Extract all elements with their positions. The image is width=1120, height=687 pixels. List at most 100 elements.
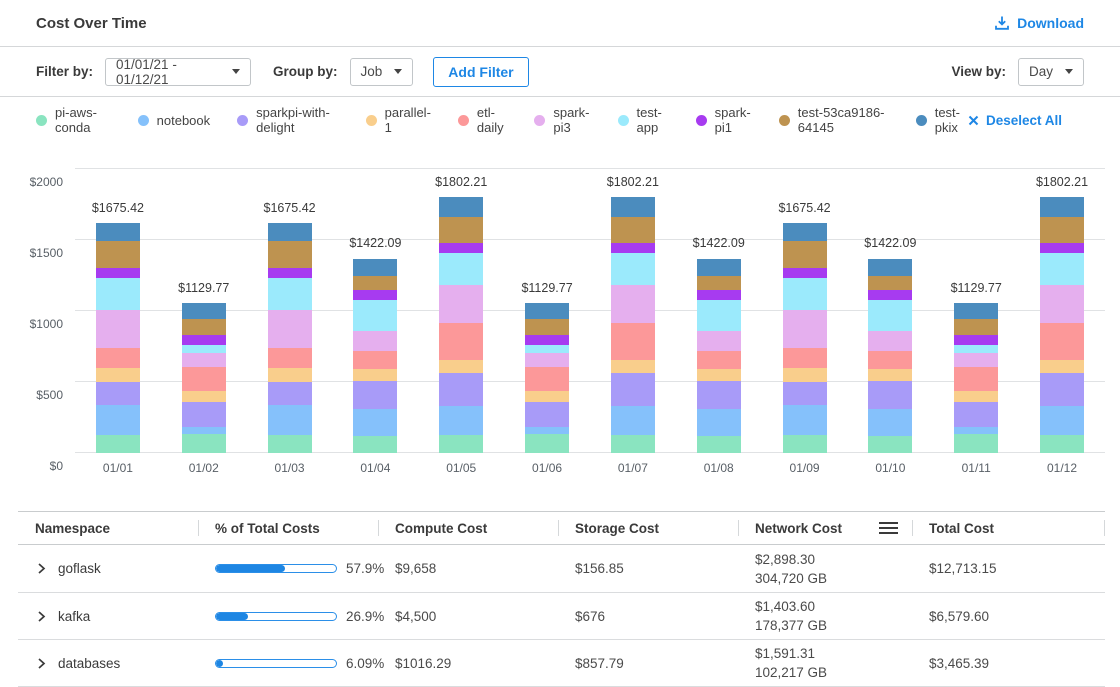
legend-item-etl-daily[interactable]: etl-daily (458, 105, 507, 135)
bar-segment-test-53ca9186-64145[interactable] (182, 319, 226, 334)
bar-segment-sparkpi-with-delight[interactable] (868, 381, 912, 409)
column-header-total-cost[interactable]: Total Cost (912, 512, 1105, 544)
bar-segment-etl-daily[interactable] (697, 351, 741, 369)
bar-segment-spark-pi1[interactable] (525, 335, 569, 346)
bar-segment-notebook[interactable] (182, 427, 226, 434)
bar-segment-parallel-1[interactable] (439, 360, 483, 373)
bar-segment-test-53ca9186-64145[interactable] (783, 241, 827, 268)
bar-segment-notebook[interactable] (96, 405, 140, 435)
bar-segment-test-app[interactable] (182, 345, 226, 352)
bar-segment-etl-daily[interactable] (182, 367, 226, 390)
bar-segment-test-pkix[interactable] (1040, 197, 1084, 217)
bar-segment-etl-daily[interactable] (525, 367, 569, 390)
legend-item-spark-pi3[interactable]: spark-pi3 (534, 105, 590, 135)
stacked-bar-01/10[interactable] (868, 259, 912, 453)
bar-segment-notebook[interactable] (525, 427, 569, 434)
bar-segment-notebook[interactable] (954, 427, 998, 434)
add-filter-button[interactable]: Add Filter (433, 57, 528, 87)
bar-segment-spark-pi1[interactable] (954, 335, 998, 346)
column-settings-icon[interactable] (879, 522, 898, 534)
stacked-bar-01/06[interactable] (525, 303, 569, 453)
bar-segment-test-53ca9186-64145[interactable] (868, 276, 912, 290)
bar-segment-test-app[interactable] (611, 253, 655, 285)
bar-segment-parallel-1[interactable] (353, 369, 397, 381)
bar-segment-pi-aws-conda[interactable] (954, 434, 998, 453)
bar-segment-test-pkix[interactable] (439, 197, 483, 217)
stacked-bar-01/09[interactable] (783, 223, 827, 453)
bar-segment-pi-aws-conda[interactable] (96, 435, 140, 453)
bar-segment-parallel-1[interactable] (783, 368, 827, 382)
bar-segment-spark-pi3[interactable] (268, 310, 312, 348)
bar-segment-test-53ca9186-64145[interactable] (1040, 217, 1084, 244)
bar-segment-spark-pi1[interactable] (439, 243, 483, 253)
bar-segment-spark-pi1[interactable] (1040, 243, 1084, 253)
bar-segment-spark-pi1[interactable] (868, 290, 912, 300)
bar-segment-spark-pi1[interactable] (268, 268, 312, 278)
table-row-goflask[interactable]: goflask57.9%$9,658$156.85$2,898.30304,72… (18, 545, 1105, 593)
bar-segment-test-pkix[interactable] (525, 303, 569, 320)
legend-item-test-app[interactable]: test-app (618, 105, 669, 135)
bar-segment-sparkpi-with-delight[interactable] (525, 402, 569, 427)
bar-segment-pi-aws-conda[interactable] (611, 435, 655, 453)
group-by-select[interactable]: Job (350, 58, 414, 86)
bar-segment-parallel-1[interactable] (96, 368, 140, 382)
stacked-bar-01/01[interactable] (96, 223, 140, 453)
bar-segment-test-pkix[interactable] (611, 197, 655, 217)
legend-item-spark-pi1[interactable]: spark-pi1 (696, 105, 752, 135)
view-by-select[interactable]: Day (1018, 58, 1084, 86)
stacked-bar-01/08[interactable] (697, 259, 741, 453)
bar-segment-etl-daily[interactable] (783, 348, 827, 368)
bar-segment-test-app[interactable] (697, 300, 741, 330)
bar-segment-spark-pi3[interactable] (353, 331, 397, 351)
bar-segment-sparkpi-with-delight[interactable] (353, 381, 397, 409)
bar-segment-notebook[interactable] (353, 409, 397, 436)
bar-segment-etl-daily[interactable] (96, 348, 140, 368)
bar-segment-etl-daily[interactable] (868, 351, 912, 369)
bar-segment-test-app[interactable] (268, 278, 312, 310)
bar-segment-pi-aws-conda[interactable] (182, 434, 226, 453)
bar-segment-test-pkix[interactable] (697, 259, 741, 276)
bar-segment-pi-aws-conda[interactable] (353, 436, 397, 453)
bar-segment-etl-daily[interactable] (268, 348, 312, 368)
bar-segment-test-53ca9186-64145[interactable] (954, 319, 998, 334)
bar-segment-parallel-1[interactable] (954, 391, 998, 403)
bar-segment-spark-pi3[interactable] (954, 353, 998, 367)
bar-segment-pi-aws-conda[interactable] (439, 435, 483, 453)
bar-segment-parallel-1[interactable] (182, 391, 226, 403)
bar-segment-test-53ca9186-64145[interactable] (439, 217, 483, 244)
bar-segment-test-app[interactable] (868, 300, 912, 330)
bar-segment-spark-pi3[interactable] (611, 285, 655, 323)
bar-segment-test-53ca9186-64145[interactable] (611, 217, 655, 244)
bar-segment-etl-daily[interactable] (954, 367, 998, 390)
bar-segment-etl-daily[interactable] (1040, 323, 1084, 360)
bar-segment-test-app[interactable] (439, 253, 483, 285)
table-row-kafka[interactable]: kafka26.9%$4,500$676$1,403.60178,377 GB$… (18, 593, 1105, 640)
deselect-all-button[interactable]: Deselect All (968, 113, 1062, 128)
bar-segment-spark-pi1[interactable] (96, 268, 140, 278)
expand-row-button[interactable] (35, 610, 48, 623)
bar-segment-test-pkix[interactable] (96, 223, 140, 241)
bar-segment-pi-aws-conda[interactable] (783, 435, 827, 453)
bar-segment-parallel-1[interactable] (868, 369, 912, 381)
stacked-bar-01/05[interactable] (439, 197, 483, 453)
stacked-bar-01/12[interactable] (1040, 197, 1084, 453)
bar-segment-spark-pi3[interactable] (96, 310, 140, 348)
download-button[interactable]: Download (994, 15, 1084, 31)
bar-segment-spark-pi3[interactable] (439, 285, 483, 323)
column-header-compute-cost[interactable]: Compute Cost (378, 512, 558, 544)
bar-segment-notebook[interactable] (1040, 406, 1084, 434)
bar-segment-spark-pi1[interactable] (611, 243, 655, 253)
column-header--of-total-costs[interactable]: % of Total Costs (198, 512, 378, 544)
bar-segment-parallel-1[interactable] (268, 368, 312, 382)
bar-segment-spark-pi3[interactable] (868, 331, 912, 351)
bar-segment-parallel-1[interactable] (1040, 360, 1084, 373)
bar-segment-test-53ca9186-64145[interactable] (96, 241, 140, 268)
bar-segment-test-pkix[interactable] (353, 259, 397, 276)
bar-segment-spark-pi3[interactable] (525, 353, 569, 367)
stacked-bar-01/04[interactable] (353, 259, 397, 453)
bar-segment-test-app[interactable] (1040, 253, 1084, 285)
bar-segment-test-53ca9186-64145[interactable] (697, 276, 741, 290)
bar-segment-sparkpi-with-delight[interactable] (439, 373, 483, 406)
bar-segment-pi-aws-conda[interactable] (697, 436, 741, 453)
bar-segment-notebook[interactable] (611, 406, 655, 434)
